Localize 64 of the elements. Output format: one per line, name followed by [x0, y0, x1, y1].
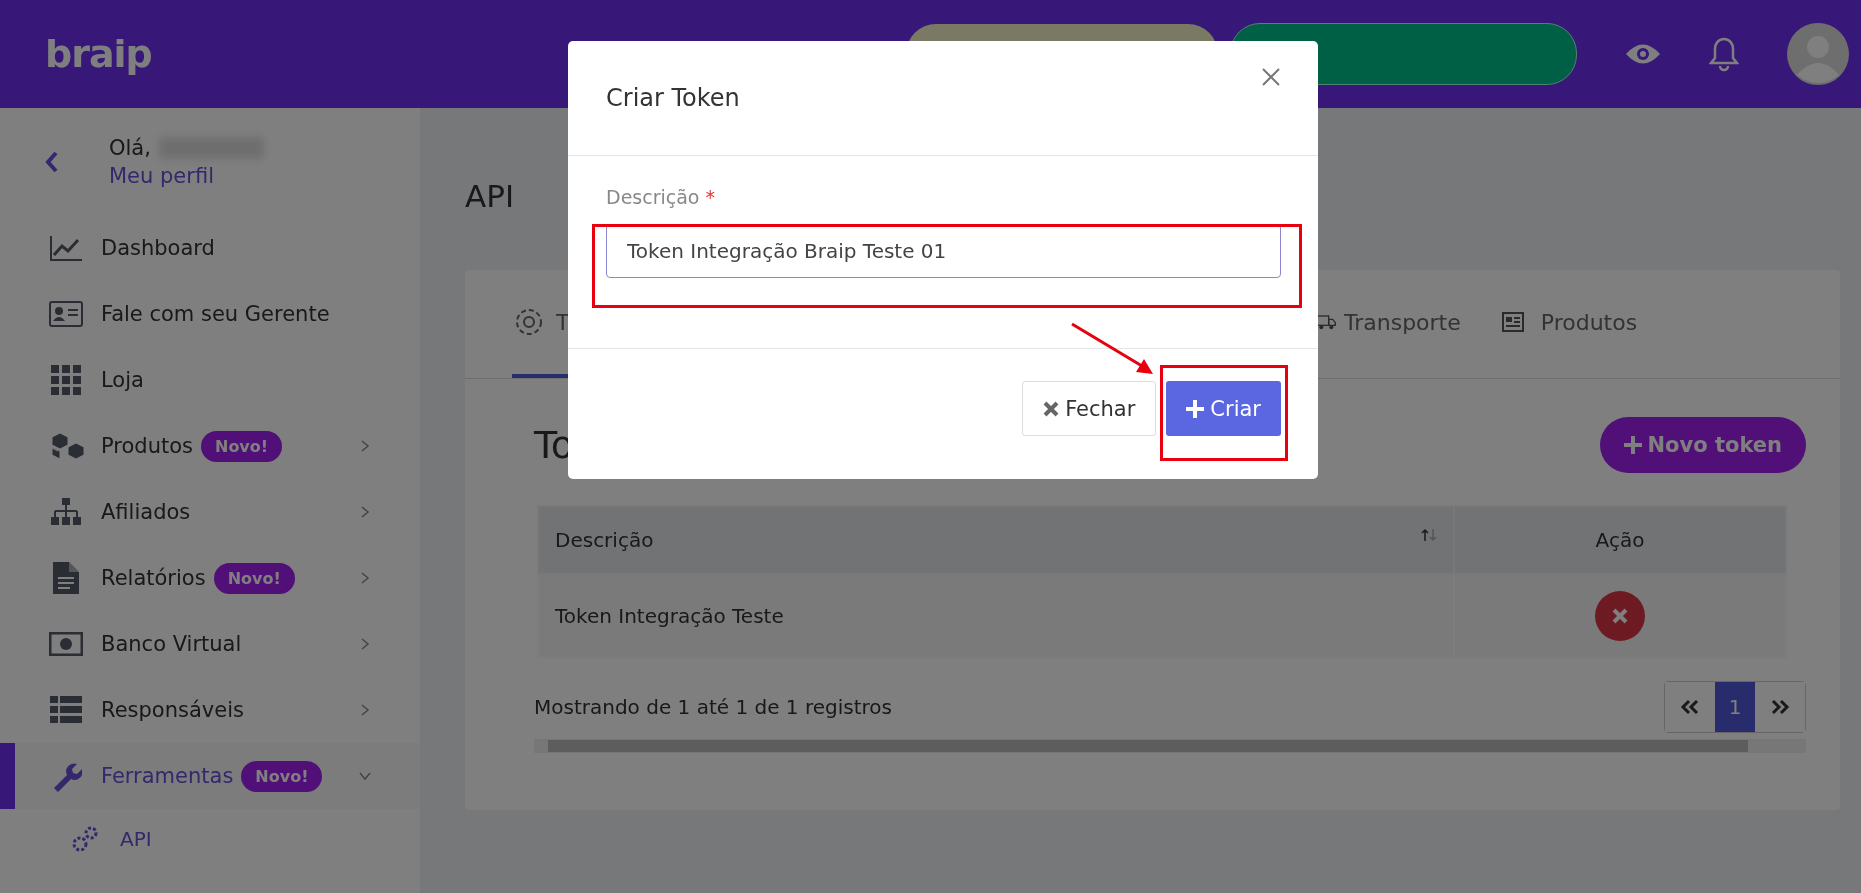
newspaper-icon: [1500, 310, 1525, 334]
truck-icon: [1316, 314, 1336, 330]
column-header: Ação: [1454, 506, 1786, 574]
create-button[interactable]: Criar: [1166, 381, 1281, 436]
horizontal-scrollbar[interactable]: [534, 739, 1806, 753]
sidebar-item[interactable]: Afiliados: [0, 479, 420, 545]
sidebar-item[interactable]: Relatórios Novo!: [0, 545, 420, 611]
double-chevron-right-icon: [1770, 699, 1790, 715]
sidebar-label: Banco Virtual: [101, 632, 242, 656]
new-token-button[interactable]: Novo token: [1599, 417, 1806, 473]
profile-link[interactable]: Meu perfil: [109, 163, 264, 188]
sidebar-label: Produtos: [101, 434, 193, 458]
new-badge: Novo!: [241, 760, 323, 792]
sidebar-label: Ferramentas: [101, 764, 234, 788]
gears-icon: [70, 824, 100, 854]
sidebar-item[interactable]: Produtos Novo!: [0, 413, 420, 479]
logo[interactable]: braip: [45, 32, 152, 76]
bell-icon[interactable]: [1709, 36, 1739, 72]
sidebar-item[interactable]: Banco Virtual: [0, 611, 420, 677]
sidebar-item[interactable]: Dashboard: [0, 215, 420, 281]
list-icon: [50, 696, 82, 724]
close-icon: [1043, 400, 1060, 417]
banknote-icon: [49, 632, 83, 656]
sidebar-item[interactable]: Fale com seu Gerente: [0, 281, 420, 347]
close-icon: [1262, 67, 1280, 86]
sidebar-label: Relatórios: [101, 566, 206, 590]
sidebar-label: Fale com seu Gerente: [101, 302, 330, 326]
new-badge: Novo!: [201, 430, 283, 462]
sidebar-item[interactable]: Loja: [0, 347, 420, 413]
page-button[interactable]: 1: [1715, 682, 1755, 732]
new-badge: Novo!: [213, 562, 295, 594]
plus-icon: [1186, 399, 1205, 418]
sidebar-label: Dashboard: [101, 236, 215, 260]
column-header[interactable]: Descrição: [538, 506, 1454, 574]
line-chart-icon: [49, 234, 83, 262]
page-title: API: [465, 178, 515, 214]
sidebar-item[interactable]: Responsáveis: [0, 677, 420, 743]
description-field[interactable]: Token Integração Braip Teste 01: [606, 224, 1281, 278]
table-cell: Token Integração Teste: [538, 574, 1454, 658]
id-card-icon: [49, 301, 83, 327]
avatar-icon[interactable]: [1787, 23, 1849, 85]
close-dialog-button[interactable]: Fechar: [1022, 381, 1157, 436]
required-mark: *: [705, 186, 716, 208]
records-info: Mostrando de 1 até 1 de 1 registros: [534, 695, 892, 719]
plus-icon: [1623, 436, 1642, 454]
close-icon: [1612, 608, 1628, 624]
back-chevron-icon[interactable]: [45, 150, 59, 173]
delete-button[interactable]: [1595, 591, 1645, 641]
sidebar-label: Loja: [101, 368, 144, 392]
field-label: Descrição *: [606, 186, 717, 208]
sort-icon: [1421, 528, 1437, 542]
double-chevron-left-icon: [1680, 699, 1700, 715]
grid-icon: [51, 365, 81, 395]
document-icon: [53, 562, 79, 594]
active-indicator: [0, 743, 15, 809]
eye-icon[interactable]: [1625, 43, 1661, 65]
submenu-item[interactable]: API: [0, 809, 420, 869]
sidebar-label: Responsáveis: [101, 698, 244, 722]
tab[interactable]: Produtos: [1500, 270, 1638, 378]
greeting: Olá,: [109, 135, 151, 160]
tab[interactable]: Transporte: [1316, 270, 1461, 378]
sidebar-label: Afiliados: [101, 500, 191, 524]
modal-title: Criar Token: [606, 84, 740, 112]
sitemap-icon: [50, 498, 82, 526]
